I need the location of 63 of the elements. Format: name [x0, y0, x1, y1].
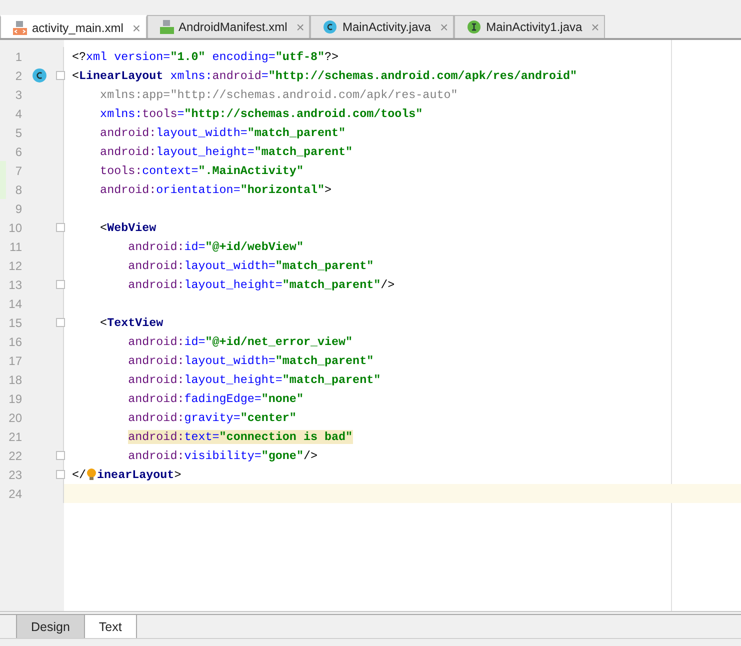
line-number: 20: [8, 410, 22, 424]
code-line: </ inearLayout>: [71, 466, 182, 484]
code-line: <?xml version="1.0" encoding="utf-8"?>: [71, 48, 340, 66]
lightbulb-icon[interactable]: [86, 468, 98, 481]
code-line: android:layout_width="match_parent": [127, 352, 375, 370]
line-number: 9: [14, 202, 22, 216]
line-number: 17: [8, 354, 22, 368]
view-tab[interactable]: Design: [16, 615, 85, 638]
file-tab[interactable]: MainActivity.java ×: [310, 15, 454, 38]
code-line: android:gravity="center": [127, 410, 298, 426]
code-line: xmlns:app="http://schemas.android.com/apk/res-auto": [99, 86, 459, 104]
view-tab[interactable]: Text: [84, 615, 137, 638]
line-number: 22: [8, 448, 22, 462]
line-number: 8: [14, 182, 22, 196]
code-line: android:layout_width="match_parent": [99, 124, 347, 142]
fold-icon[interactable]: [56, 318, 65, 327]
code-line: android:layout_height="match_parent"/>: [127, 276, 396, 294]
fold-icon[interactable]: [56, 451, 65, 460]
line-number: 21: [8, 430, 22, 444]
manifest-file-icon: [160, 20, 174, 34]
line-number: 14: [8, 296, 22, 310]
code-line: android:visibility="gone"/>: [127, 448, 318, 464]
line-number: 13: [8, 278, 22, 292]
line-number: 11: [8, 240, 22, 254]
interface-icon: [467, 20, 482, 34]
code-line: android:layout_width="match_parent": [127, 258, 375, 274]
class-gutter-icon[interactable]: [32, 68, 47, 83]
fold-icon[interactable]: [56, 280, 65, 289]
fold-icon[interactable]: [56, 223, 65, 232]
line-number: 4: [14, 106, 22, 120]
line-number: 1: [14, 50, 22, 64]
file-tab[interactable]: MainActivity1.java ×: [454, 15, 606, 38]
fold-icon[interactable]: [56, 470, 65, 479]
file-tab[interactable]: activity_main.xml ×: [0, 15, 147, 38]
line-number: 18: [8, 372, 22, 386]
code-line: tools:context=".MainActivity": [99, 162, 304, 180]
line-number: 24: [8, 486, 22, 500]
fold-icon[interactable]: [56, 71, 65, 80]
line-number: 19: [8, 392, 22, 406]
code-line: android:layout_height="match_parent": [99, 144, 354, 160]
code-line: android:id="@+id/net_error_view": [127, 334, 354, 350]
code-line: <TextView: [99, 314, 164, 332]
line-number: 10: [8, 220, 22, 234]
line-number: 23: [8, 468, 22, 482]
code-line: android:fadingEdge="none": [127, 390, 304, 408]
line-number: 6: [14, 144, 22, 158]
line-number: 7: [14, 164, 22, 178]
code-line: xmlns:tools="http://schemas.android.com/tools": [99, 106, 424, 122]
code-line: <LinearLayout xmlns:android="http://schemas.android.com/apk/res/android": [71, 68, 578, 84]
line-number: 3: [14, 88, 22, 102]
xml-file-icon: [13, 20, 27, 34]
close-icon[interactable]: ×: [132, 20, 141, 36]
line-number: 16: [8, 334, 22, 348]
line-number: 2: [14, 68, 22, 82]
code-line: <WebView: [99, 220, 158, 236]
code-line: android:orientation="horizontal">: [99, 182, 333, 198]
line-number: 12: [8, 258, 22, 272]
line-number: 5: [14, 126, 22, 140]
code-line: android:layout_height="match_parent": [127, 372, 382, 388]
code-line: android:id="@+id/webView": [127, 238, 304, 256]
class-icon: [323, 20, 338, 34]
line-number: 15: [8, 316, 22, 330]
file-tab[interactable]: AndroidManifest.xml ×: [146, 15, 310, 38]
